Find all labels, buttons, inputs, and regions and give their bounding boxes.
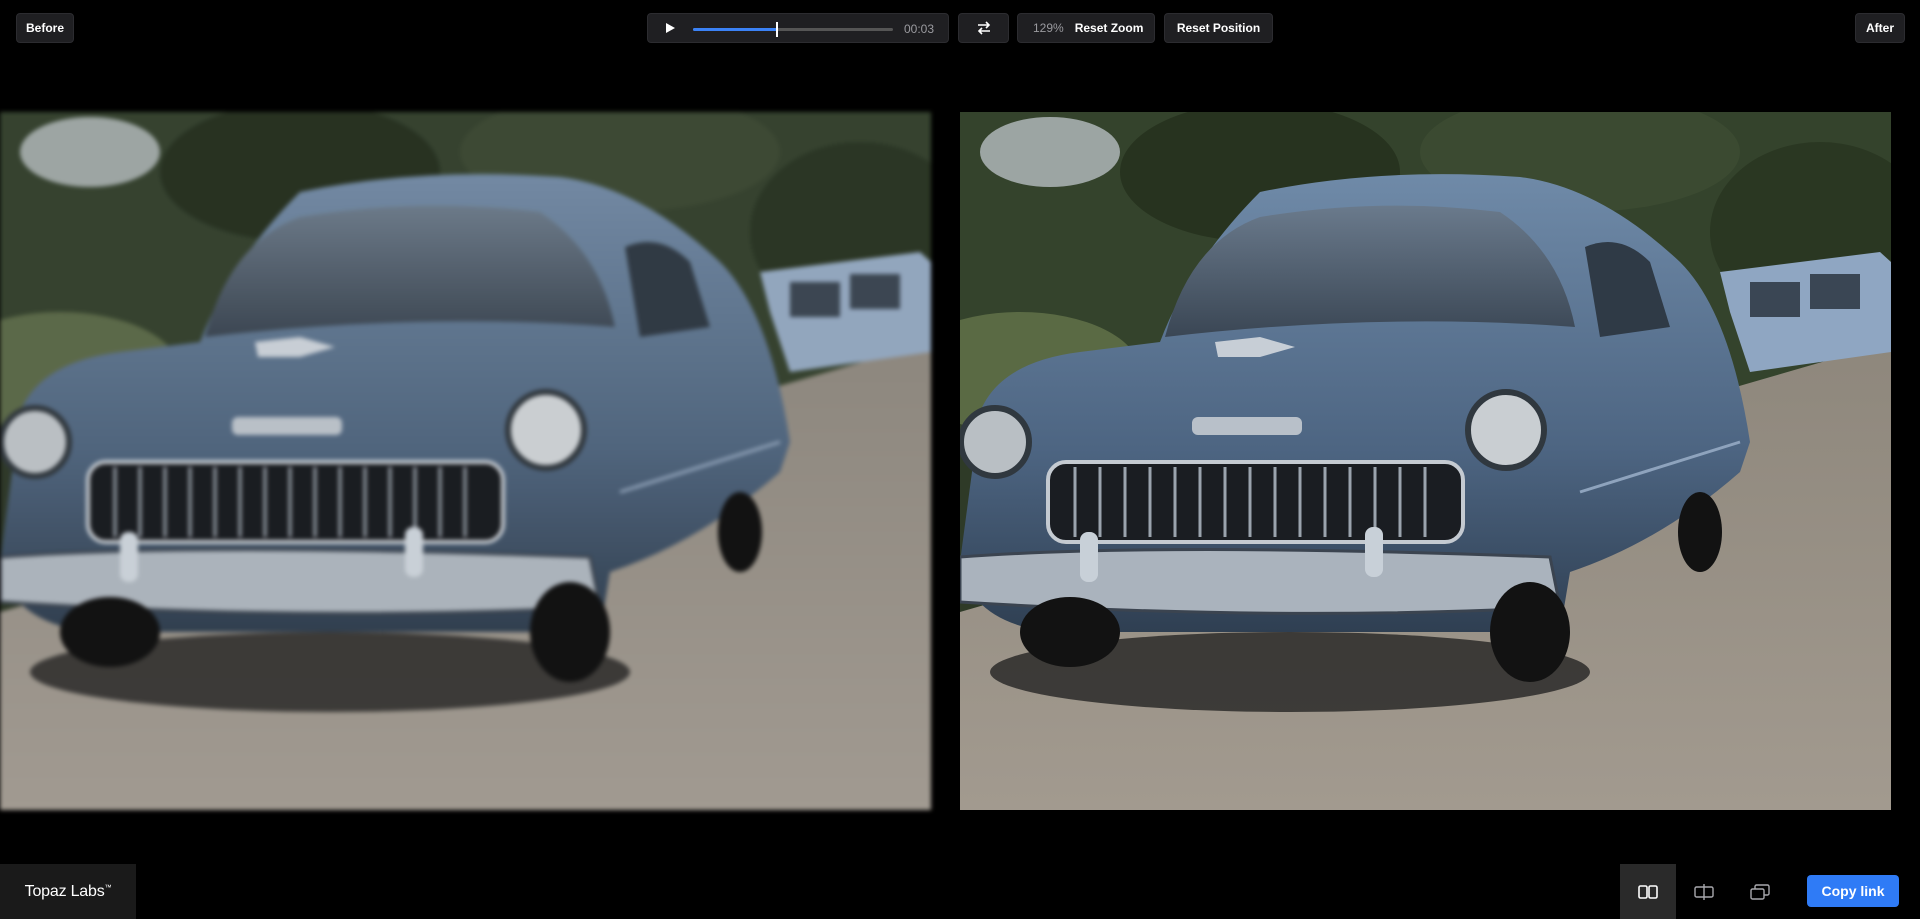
swap-button[interactable] bbox=[958, 13, 1009, 43]
zoom-control: 129% Reset Zoom bbox=[1017, 13, 1155, 43]
car-photo bbox=[960, 112, 1891, 810]
after-image-pane[interactable] bbox=[960, 112, 1891, 810]
split-view-icon bbox=[1694, 883, 1714, 900]
before-label-button[interactable]: Before bbox=[16, 13, 74, 43]
trademark-mark: ™ bbox=[104, 884, 112, 892]
brand-name: Topaz Labs bbox=[24, 882, 105, 900]
side-by-side-icon bbox=[1638, 884, 1658, 899]
overlay-view-icon bbox=[1750, 883, 1770, 900]
side-by-side-view-button[interactable] bbox=[1620, 864, 1676, 919]
scrubber-thumb[interactable] bbox=[776, 22, 778, 37]
swap-arrows-icon bbox=[977, 21, 990, 35]
after-label-button[interactable]: After bbox=[1855, 13, 1905, 43]
zoom-percentage: 129% bbox=[1033, 21, 1064, 35]
reset-position-button[interactable]: Reset Position bbox=[1164, 13, 1273, 43]
scrubber-progress bbox=[693, 28, 777, 31]
overlay-view-button[interactable] bbox=[1732, 864, 1788, 919]
before-image-pane[interactable] bbox=[0, 112, 931, 810]
split-view-button[interactable] bbox=[1676, 864, 1732, 919]
copy-link-button[interactable]: Copy link bbox=[1807, 875, 1899, 907]
brand-logo[interactable]: Topaz Labs™ bbox=[0, 864, 136, 919]
playback-scrubber[interactable] bbox=[693, 22, 893, 37]
play-icon[interactable] bbox=[666, 23, 675, 33]
playback-time: 00:03 bbox=[904, 22, 935, 36]
car-photo bbox=[0, 112, 931, 810]
reset-zoom-button[interactable]: Reset Zoom bbox=[1075, 21, 1144, 35]
video-player-controls: 00:03 bbox=[647, 13, 949, 43]
